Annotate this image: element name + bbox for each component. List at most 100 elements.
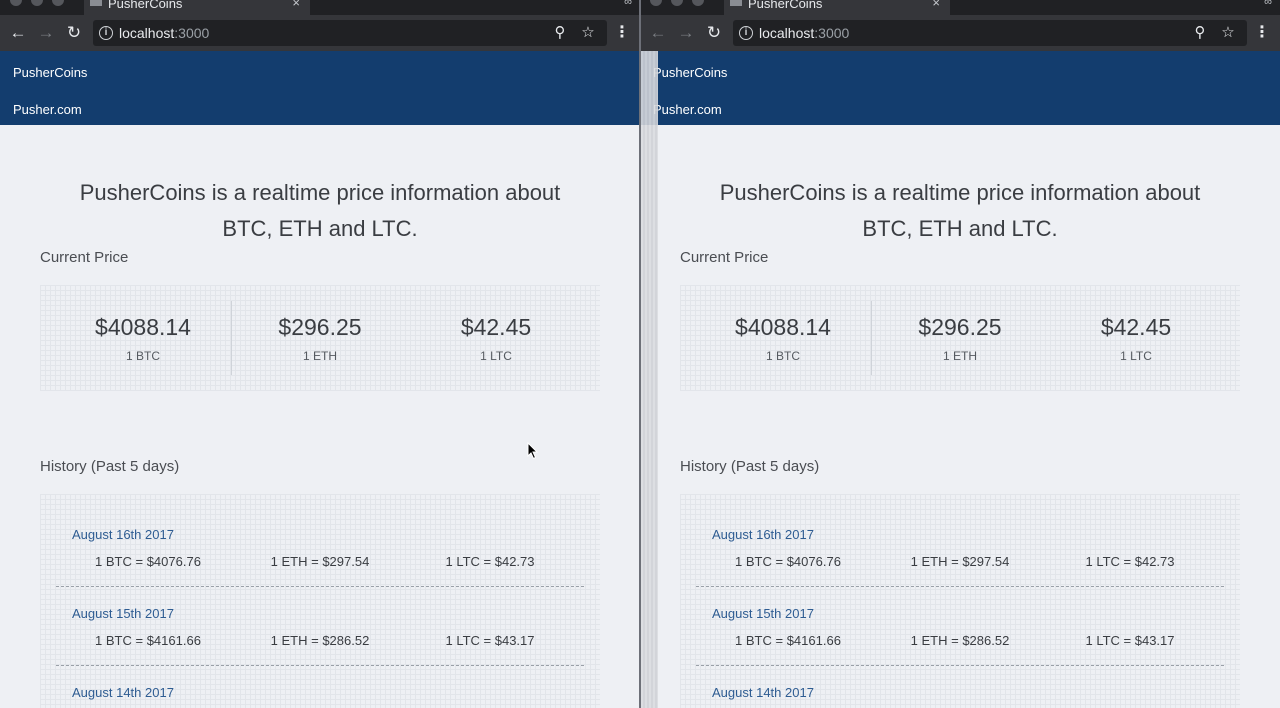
zoom-icon[interactable]: ⚲ (551, 23, 569, 43)
history-date: August 14th 2017 (72, 685, 174, 700)
history-ltc: 1 LTC = $42.73 (445, 554, 535, 569)
history-date: August 15th 2017 (712, 606, 814, 621)
history-btc: 1 BTC = $4076.76 (95, 554, 201, 569)
tab-close-icon[interactable]: × (292, 0, 300, 10)
navbar-link-pusher[interactable]: Pusher.com (13, 103, 82, 117)
history-entry: August 16th 2017 1 BTC = $4076.76 1 ETH … (680, 494, 1240, 573)
history-eth: 1 ETH = $286.52 (910, 633, 1010, 648)
site-info-icon[interactable]: i (99, 26, 113, 40)
history-ltc: 1 LTC = $42.73 (1085, 554, 1175, 569)
favicon-icon (90, 0, 102, 6)
url-text[interactable]: localhost:3000 (759, 25, 849, 41)
history-btc: 1 BTC = $4076.76 (735, 554, 841, 569)
price-unit: 1 ETH (302, 349, 337, 363)
hero-line-2: BTC, ETH and LTC. (222, 216, 418, 241)
price-unit: 1 BTC (765, 349, 800, 363)
browser-tab[interactable]: PusherCoins × (84, 0, 310, 15)
forward-icon[interactable]: → (676, 22, 696, 44)
minimize-window-icon[interactable] (31, 0, 43, 6)
price-card-btc: $4088.14 1 BTC (40, 285, 246, 391)
history-entry: August 15th 2017 1 BTC = $4161.66 1 ETH … (680, 573, 1240, 652)
price-value: $296.25 (278, 314, 362, 340)
browser-tab[interactable]: PusherCoins × (724, 0, 950, 15)
window-split-shadow (640, 51, 658, 708)
history-date: August 16th 2017 (712, 527, 814, 542)
price-card-ltc: $42.45 1 LTC (408, 285, 584, 391)
price-value: $296.25 (918, 314, 1002, 340)
history-panel: August 16th 2017 1 BTC = $4076.76 1 ETH … (40, 494, 600, 708)
mouse-cursor-icon (527, 442, 539, 460)
navbar-brand[interactable]: PusherCoins (13, 66, 87, 80)
bookmark-star-icon[interactable]: ☆ (579, 23, 597, 43)
browser-toolbar: ← → ↻ i localhost:3000 ⚲ ☆ ⋮ (0, 15, 640, 51)
history-date: August 16th 2017 (72, 527, 174, 542)
history-entry: August 15th 2017 1 BTC = $4161.66 1 ETH … (40, 573, 600, 652)
price-unit: 1 ETH (942, 349, 977, 363)
history-btc: 1 BTC = $4161.66 (735, 633, 841, 648)
minimize-window-icon[interactable] (671, 0, 683, 6)
history-title: History (Past 5 days) (680, 458, 820, 475)
navbar-brand[interactable]: PusherCoins (653, 66, 727, 80)
history-ltc: 1 LTC = $43.17 (1085, 633, 1175, 648)
price-value: $4088.14 (95, 314, 191, 340)
reload-icon[interactable]: ↻ (64, 22, 84, 44)
hero-heading: PusherCoins is a realtime price informat… (40, 175, 600, 247)
history-title: History (Past 5 days) (40, 458, 180, 475)
browser-menu-icon[interactable]: ⋮ (1252, 22, 1272, 44)
current-price-panel: $4088.14 1 BTC $296.25 1 ETH $42.45 1 LT… (40, 285, 600, 391)
profile-icon[interactable]: ∞ (624, 0, 632, 8)
favicon-icon (730, 0, 742, 6)
hero-line-1: PusherCoins is a realtime price informat… (719, 180, 1201, 205)
history-date: August 15th 2017 (72, 606, 174, 621)
forward-icon[interactable]: → (36, 22, 56, 44)
window-split-divider[interactable] (639, 0, 641, 708)
app-navbar: PusherCoins Pusher.com (640, 51, 1280, 125)
price-unit: 1 BTC (125, 349, 160, 363)
price-card-eth: $296.25 1 ETH (232, 285, 408, 391)
app-navbar: PusherCoins Pusher.com (0, 51, 640, 125)
tab-strip: PusherCoins × ∞ (0, 0, 640, 15)
price-card-ltc: $42.45 1 LTC (1048, 285, 1224, 391)
history-eth: 1 ETH = $297.54 (270, 554, 370, 569)
maximize-window-icon[interactable] (52, 0, 64, 6)
screen: PusherCoins × ∞ ← → ↻ i localhost:3000 ⚲… (0, 0, 1280, 708)
maximize-window-icon[interactable] (692, 0, 704, 6)
address-bar[interactable]: i localhost:3000 ⚲ ☆ (93, 20, 607, 46)
current-price-title: Current Price (40, 249, 129, 266)
history-ltc: 1 LTC = $43.17 (445, 633, 535, 648)
history-eth: 1 ETH = $297.54 (910, 554, 1010, 569)
browser-window-right: PusherCoins × ∞ ← → ↻ i localhost:3000 ⚲… (640, 0, 1280, 708)
back-icon[interactable]: ← (648, 22, 668, 44)
history-entry: August 14th 2017 (680, 652, 1240, 708)
reload-icon[interactable]: ↻ (704, 22, 724, 44)
browser-menu-icon[interactable]: ⋮ (612, 22, 632, 44)
current-price-title: Current Price (680, 249, 769, 266)
current-price-panel: $4088.14 1 BTC $296.25 1 ETH $42.45 1 LT… (680, 285, 1240, 391)
history-panel: August 16th 2017 1 BTC = $4076.76 1 ETH … (680, 494, 1240, 708)
history-entry: August 14th 2017 (40, 652, 600, 708)
price-unit: 1 LTC (480, 349, 512, 363)
close-window-icon[interactable] (10, 0, 22, 6)
navbar-link-pusher[interactable]: Pusher.com (653, 103, 722, 117)
main-content: PusherCoins is a realtime price informat… (640, 125, 1280, 708)
history-entry: August 16th 2017 1 BTC = $4076.76 1 ETH … (40, 494, 600, 573)
tab-title: PusherCoins (748, 0, 823, 11)
tab-close-icon[interactable]: × (932, 0, 940, 10)
hero-line-1: PusherCoins is a realtime price informat… (79, 180, 561, 205)
zoom-icon[interactable]: ⚲ (1191, 23, 1209, 43)
tab-title: PusherCoins (108, 0, 183, 11)
history-eth: 1 ETH = $286.52 (270, 633, 370, 648)
history-date: August 14th 2017 (712, 685, 814, 700)
hero-line-2: BTC, ETH and LTC. (862, 216, 1058, 241)
back-icon[interactable]: ← (8, 22, 28, 44)
address-bar[interactable]: i localhost:3000 ⚲ ☆ (733, 20, 1247, 46)
url-text[interactable]: localhost:3000 (119, 25, 209, 41)
bookmark-star-icon[interactable]: ☆ (1219, 23, 1237, 43)
profile-icon[interactable]: ∞ (1264, 0, 1272, 8)
browser-window-left: PusherCoins × ∞ ← → ↻ i localhost:3000 ⚲… (0, 0, 640, 708)
site-info-icon[interactable]: i (739, 26, 753, 40)
history-btc: 1 BTC = $4161.66 (95, 633, 201, 648)
hero-heading: PusherCoins is a realtime price informat… (680, 175, 1240, 247)
main-content: PusherCoins is a realtime price informat… (0, 125, 640, 708)
close-window-icon[interactable] (650, 0, 662, 6)
